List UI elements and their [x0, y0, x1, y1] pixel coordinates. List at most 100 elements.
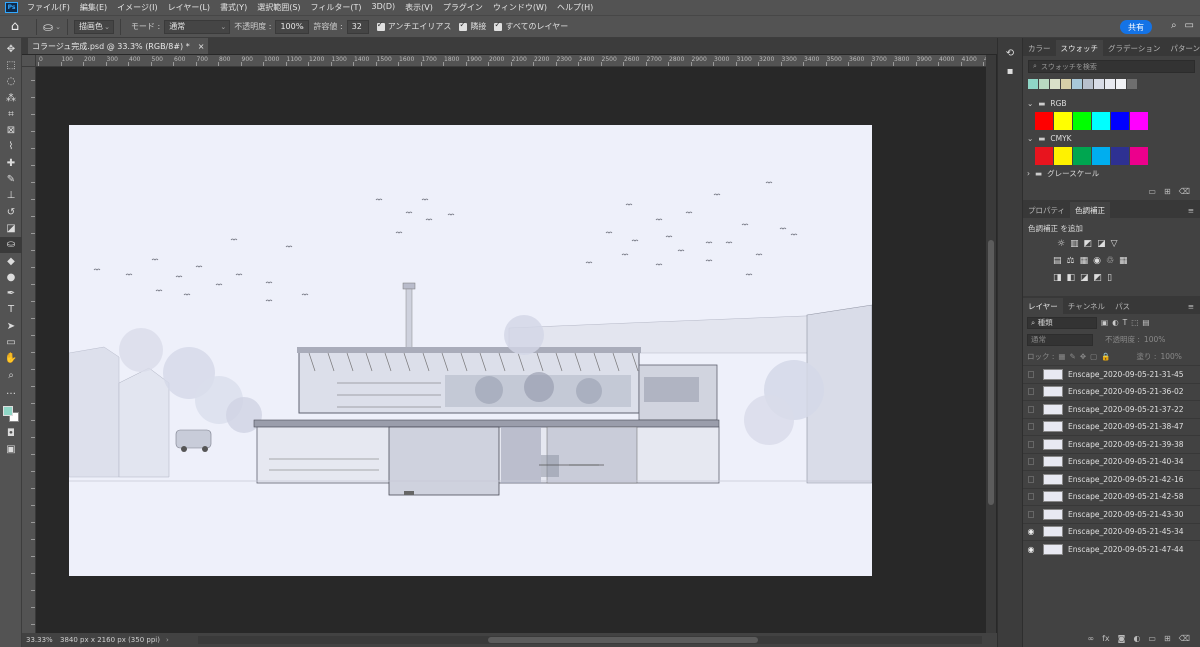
zoom-level[interactable]: 33.33% [26, 636, 60, 644]
color-swatches[interactable] [0, 400, 22, 426]
adjustments-tab[interactable]: 色調補正 [1070, 202, 1111, 218]
hand-icon[interactable]: ✋ [0, 351, 22, 367]
swatches-tab[interactable]: カラー [1023, 40, 1056, 56]
color-swatch[interactable] [1054, 112, 1072, 130]
adjustment-icon[interactable]: ▦ [1080, 256, 1089, 266]
type-filter-icon[interactable]: T [1123, 318, 1128, 327]
layer-opacity-value[interactable]: 100% [1144, 335, 1165, 344]
layer-row[interactable]: Enscape_2020-09-05-21-37-22 [1023, 400, 1200, 418]
adjustment-icon[interactable]: ◩ [1084, 239, 1093, 249]
menu-item[interactable]: プラグイン [438, 2, 488, 13]
recent-swatch[interactable] [1039, 79, 1049, 89]
menu-item[interactable]: 3D(D) [367, 2, 401, 13]
delete-layer-icon[interactable]: ⌫ [1179, 634, 1190, 643]
swatches-tab[interactable]: パターン [1165, 40, 1200, 56]
fx-icon[interactable]: fx [1102, 634, 1110, 643]
adjustment-icon[interactable]: ◪ [1080, 273, 1089, 283]
adjustment-icon[interactable]: ☼ [1057, 239, 1065, 249]
lock-all-icon[interactable]: 🔒 [1101, 352, 1110, 361]
visibility-toggle[interactable] [1023, 440, 1039, 448]
recent-swatch[interactable] [1072, 79, 1082, 89]
panel-menu-icon[interactable]: ≡ [1182, 298, 1200, 314]
lasso-icon[interactable]: ◌ [0, 74, 22, 90]
chevron-right-icon[interactable]: › [1027, 169, 1030, 178]
document-info[interactable]: 3840 px x 2160 px (350 ppi) [60, 636, 160, 644]
share-button[interactable]: 共有 [1120, 20, 1152, 34]
menu-item[interactable]: ファイル(F) [22, 2, 75, 13]
frame-icon[interactable]: ⊠ [0, 122, 22, 138]
visibility-toggle[interactable] [1023, 493, 1039, 501]
more-icon[interactable]: … [0, 383, 22, 399]
smart-filter-icon[interactable]: ▤ [1142, 318, 1149, 327]
vertical-scroll-thumb[interactable] [988, 240, 994, 505]
adjustment-icon[interactable]: ◧ [1067, 273, 1076, 283]
lock-move-icon[interactable]: ✥ [1080, 352, 1086, 361]
adjustment-icon[interactable]: ▽ [1111, 239, 1118, 249]
color-swatch[interactable] [1054, 147, 1072, 165]
color-swatch[interactable] [1092, 112, 1110, 130]
fill-value[interactable]: 100% [1160, 352, 1181, 361]
marquee-icon[interactable]: ⬚ [0, 57, 22, 73]
document-tab[interactable]: コラージュ完成.psd @ 33.3% (RGB/8#) * × [28, 38, 209, 54]
menu-item[interactable]: イメージ(I) [112, 2, 162, 13]
swatches-tab[interactable]: スウォッチ [1055, 40, 1103, 56]
horizontal-scroll-thumb[interactable] [488, 637, 758, 643]
recent-swatch[interactable] [1061, 79, 1071, 89]
adjustment-icon[interactable]: ◪ [1097, 239, 1106, 249]
menu-item[interactable]: 選択範囲(S) [252, 2, 305, 13]
color-swatch[interactable] [1035, 147, 1053, 165]
eyedropper-icon[interactable]: ⌇ [0, 139, 22, 155]
visibility-toggle[interactable] [1023, 370, 1039, 378]
chevron-down-icon[interactable]: ⌄ [1027, 99, 1033, 108]
add-mask-icon[interactable]: ◙ [1118, 634, 1126, 643]
pixel-filter-icon[interactable]: ▣ [1101, 318, 1108, 327]
adjustments-tab[interactable]: プロパティ [1023, 202, 1070, 218]
antialias-checkbox[interactable]: アンチエイリアス [376, 20, 451, 32]
layer-row[interactable]: ◉ Enscape_2020-09-05-21-45-34 [1023, 522, 1200, 541]
history-icon[interactable]: ⟲ [998, 44, 1022, 62]
eye-icon[interactable]: ◉ [1023, 527, 1039, 536]
layer-row[interactable]: ◉ Enscape_2020-09-05-21-47-44 [1023, 540, 1200, 558]
path-select-icon[interactable]: ➤ [0, 318, 22, 334]
menu-item[interactable]: レイヤー(L) [163, 2, 215, 13]
layers-tab[interactable]: パス [1110, 298, 1135, 314]
eye-icon[interactable]: ◉ [1023, 545, 1039, 554]
menu-item[interactable]: 編集(E) [75, 2, 112, 13]
lock-artboard-icon[interactable]: ▢ [1090, 352, 1097, 361]
menu-item[interactable]: 表示(V) [400, 2, 438, 13]
adjustment-icon[interactable]: ◉ [1093, 256, 1101, 266]
blur-icon[interactable]: ◆ [0, 253, 22, 269]
close-tab-icon[interactable]: × [198, 42, 205, 51]
status-arrow-icon[interactable]: › [166, 636, 169, 644]
vertical-scrollbar[interactable] [986, 55, 996, 633]
recent-swatch[interactable] [1094, 79, 1104, 89]
swatch-search-input[interactable]: ⌕ スウォッチを検索 [1028, 60, 1195, 73]
new-group-icon[interactable]: ▭ [1148, 634, 1156, 643]
pen-icon[interactable]: ✒ [0, 285, 22, 301]
recent-swatch[interactable] [1050, 79, 1060, 89]
visibility-toggle[interactable] [1023, 423, 1039, 431]
swatches-tab[interactable]: グラデーション [1103, 40, 1165, 56]
menu-item[interactable]: 書式(Y) [215, 2, 252, 13]
move-icon[interactable]: ✥ [0, 41, 22, 57]
contiguous-checkbox[interactable]: 隣接 [459, 20, 486, 32]
chevron-down-icon[interactable]: ⌄ [1027, 134, 1033, 143]
quick-mask-icon[interactable]: ◘ [0, 426, 22, 442]
search-icon[interactable]: ⌕ [1171, 20, 1177, 31]
foreground-color[interactable] [3, 405, 13, 416]
layer-row[interactable]: Enscape_2020-09-05-21-43-30 [1023, 505, 1200, 523]
mode-select[interactable]: 通常 ⌄ [164, 19, 231, 34]
swatch-group[interactable]: ⌄ ▬ CMYK [1023, 130, 1200, 147]
horizontal-scrollbar[interactable] [198, 636, 982, 644]
visibility-toggle[interactable] [1023, 388, 1039, 396]
color-swatch[interactable] [1111, 112, 1129, 130]
layers-tab[interactable]: レイヤー [1023, 298, 1063, 314]
eraser-icon[interactable]: ◪ [0, 220, 22, 236]
blend-mode-select[interactable]: 通常 [1027, 333, 1093, 346]
type-icon[interactable]: T [0, 302, 22, 318]
paint-bucket-preset-icon[interactable]: ⛀ ⌄ [43, 20, 61, 34]
recent-swatch[interactable] [1116, 79, 1126, 89]
recent-swatch[interactable] [1127, 79, 1137, 89]
layer-row[interactable]: Enscape_2020-09-05-21-36-02 [1023, 382, 1200, 401]
menu-item[interactable]: ヘルプ(H) [552, 2, 598, 13]
